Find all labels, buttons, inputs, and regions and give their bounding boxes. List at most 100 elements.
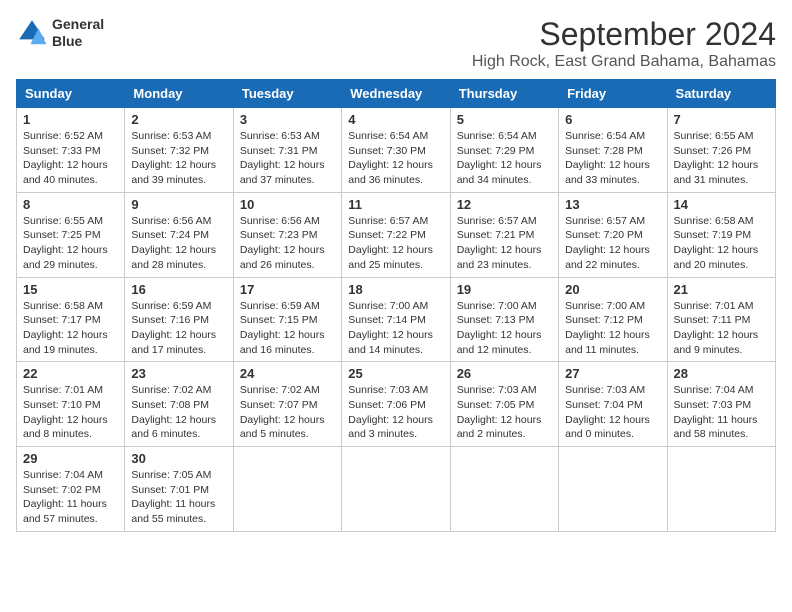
day-number: 12 xyxy=(457,197,552,212)
calendar-day-cell: 24 Sunrise: 7:02 AM Sunset: 7:07 PM Dayl… xyxy=(233,362,341,447)
day-number: 22 xyxy=(23,366,118,381)
day-info: Sunrise: 6:55 AM Sunset: 7:25 PM Dayligh… xyxy=(23,214,118,273)
calendar-day-cell: 19 Sunrise: 7:00 AM Sunset: 7:13 PM Dayl… xyxy=(450,277,558,362)
day-info: Sunrise: 6:54 AM Sunset: 7:28 PM Dayligh… xyxy=(565,129,660,188)
weekday-header-monday: Monday xyxy=(125,80,233,108)
title-block: September 2024 High Rock, East Grand Bah… xyxy=(472,16,776,71)
day-number: 2 xyxy=(131,112,226,127)
day-info: Sunrise: 6:52 AM Sunset: 7:33 PM Dayligh… xyxy=(23,129,118,188)
day-number: 10 xyxy=(240,197,335,212)
day-info: Sunrise: 7:04 AM Sunset: 7:02 PM Dayligh… xyxy=(23,468,118,527)
day-info: Sunrise: 7:00 AM Sunset: 7:14 PM Dayligh… xyxy=(348,299,443,358)
logo: General Blue xyxy=(16,16,104,50)
day-info: Sunrise: 7:01 AM Sunset: 7:10 PM Dayligh… xyxy=(23,383,118,442)
day-number: 28 xyxy=(674,366,769,381)
day-number: 16 xyxy=(131,282,226,297)
calendar-day-cell: 2 Sunrise: 6:53 AM Sunset: 7:32 PM Dayli… xyxy=(125,108,233,193)
calendar-day-cell: 13 Sunrise: 6:57 AM Sunset: 7:20 PM Dayl… xyxy=(559,192,667,277)
calendar-day-cell: 27 Sunrise: 7:03 AM Sunset: 7:04 PM Dayl… xyxy=(559,362,667,447)
calendar-day-cell: 29 Sunrise: 7:04 AM Sunset: 7:02 PM Dayl… xyxy=(17,447,125,532)
calendar-day-cell: 22 Sunrise: 7:01 AM Sunset: 7:10 PM Dayl… xyxy=(17,362,125,447)
day-number: 7 xyxy=(674,112,769,127)
calendar-day-cell: 1 Sunrise: 6:52 AM Sunset: 7:33 PM Dayli… xyxy=(17,108,125,193)
day-info: Sunrise: 7:01 AM Sunset: 7:11 PM Dayligh… xyxy=(674,299,769,358)
day-number: 1 xyxy=(23,112,118,127)
day-number: 14 xyxy=(674,197,769,212)
day-number: 19 xyxy=(457,282,552,297)
day-number: 15 xyxy=(23,282,118,297)
day-number: 17 xyxy=(240,282,335,297)
calendar-day-cell: 11 Sunrise: 6:57 AM Sunset: 7:22 PM Dayl… xyxy=(342,192,450,277)
day-info: Sunrise: 6:59 AM Sunset: 7:15 PM Dayligh… xyxy=(240,299,335,358)
day-info: Sunrise: 6:56 AM Sunset: 7:23 PM Dayligh… xyxy=(240,214,335,273)
day-info: Sunrise: 6:56 AM Sunset: 7:24 PM Dayligh… xyxy=(131,214,226,273)
day-info: Sunrise: 6:54 AM Sunset: 7:29 PM Dayligh… xyxy=(457,129,552,188)
calendar-day-cell: 21 Sunrise: 7:01 AM Sunset: 7:11 PM Dayl… xyxy=(667,277,775,362)
day-number: 13 xyxy=(565,197,660,212)
day-number: 21 xyxy=(674,282,769,297)
day-info: Sunrise: 7:04 AM Sunset: 7:03 PM Dayligh… xyxy=(674,383,769,442)
weekday-header-wednesday: Wednesday xyxy=(342,80,450,108)
weekday-header-thursday: Thursday xyxy=(450,80,558,108)
calendar-day-cell: 30 Sunrise: 7:05 AM Sunset: 7:01 PM Dayl… xyxy=(125,447,233,532)
day-info: Sunrise: 6:53 AM Sunset: 7:32 PM Dayligh… xyxy=(131,129,226,188)
day-number: 5 xyxy=(457,112,552,127)
weekday-header-tuesday: Tuesday xyxy=(233,80,341,108)
calendar-day-cell: 5 Sunrise: 6:54 AM Sunset: 7:29 PM Dayli… xyxy=(450,108,558,193)
calendar-day-cell xyxy=(233,447,341,532)
day-info: Sunrise: 7:03 AM Sunset: 7:04 PM Dayligh… xyxy=(565,383,660,442)
day-info: Sunrise: 7:00 AM Sunset: 7:13 PM Dayligh… xyxy=(457,299,552,358)
day-number: 8 xyxy=(23,197,118,212)
calendar-day-cell: 18 Sunrise: 7:00 AM Sunset: 7:14 PM Dayl… xyxy=(342,277,450,362)
logo-icon xyxy=(16,17,48,49)
day-number: 3 xyxy=(240,112,335,127)
calendar-day-cell: 26 Sunrise: 7:03 AM Sunset: 7:05 PM Dayl… xyxy=(450,362,558,447)
calendar-day-cell: 25 Sunrise: 7:03 AM Sunset: 7:06 PM Dayl… xyxy=(342,362,450,447)
calendar-week-row: 15 Sunrise: 6:58 AM Sunset: 7:17 PM Dayl… xyxy=(17,277,776,362)
location-title: High Rock, East Grand Bahama, Bahamas xyxy=(472,53,776,71)
day-info: Sunrise: 6:57 AM Sunset: 7:22 PM Dayligh… xyxy=(348,214,443,273)
calendar-day-cell: 3 Sunrise: 6:53 AM Sunset: 7:31 PM Dayli… xyxy=(233,108,341,193)
calendar-day-cell: 7 Sunrise: 6:55 AM Sunset: 7:26 PM Dayli… xyxy=(667,108,775,193)
calendar-day-cell xyxy=(342,447,450,532)
day-info: Sunrise: 6:53 AM Sunset: 7:31 PM Dayligh… xyxy=(240,129,335,188)
weekday-header-friday: Friday xyxy=(559,80,667,108)
day-info: Sunrise: 7:05 AM Sunset: 7:01 PM Dayligh… xyxy=(131,468,226,527)
day-info: Sunrise: 6:54 AM Sunset: 7:30 PM Dayligh… xyxy=(348,129,443,188)
calendar-day-cell: 9 Sunrise: 6:56 AM Sunset: 7:24 PM Dayli… xyxy=(125,192,233,277)
day-info: Sunrise: 6:55 AM Sunset: 7:26 PM Dayligh… xyxy=(674,129,769,188)
calendar-day-cell: 10 Sunrise: 6:56 AM Sunset: 7:23 PM Dayl… xyxy=(233,192,341,277)
calendar-day-cell: 28 Sunrise: 7:04 AM Sunset: 7:03 PM Dayl… xyxy=(667,362,775,447)
day-number: 29 xyxy=(23,451,118,466)
day-info: Sunrise: 6:59 AM Sunset: 7:16 PM Dayligh… xyxy=(131,299,226,358)
day-number: 6 xyxy=(565,112,660,127)
calendar-day-cell: 4 Sunrise: 6:54 AM Sunset: 7:30 PM Dayli… xyxy=(342,108,450,193)
calendar-day-cell xyxy=(559,447,667,532)
calendar-week-row: 29 Sunrise: 7:04 AM Sunset: 7:02 PM Dayl… xyxy=(17,447,776,532)
day-number: 9 xyxy=(131,197,226,212)
day-number: 23 xyxy=(131,366,226,381)
day-info: Sunrise: 7:00 AM Sunset: 7:12 PM Dayligh… xyxy=(565,299,660,358)
calendar-day-cell: 23 Sunrise: 7:02 AM Sunset: 7:08 PM Dayl… xyxy=(125,362,233,447)
calendar-week-row: 8 Sunrise: 6:55 AM Sunset: 7:25 PM Dayli… xyxy=(17,192,776,277)
calendar-day-cell: 8 Sunrise: 6:55 AM Sunset: 7:25 PM Dayli… xyxy=(17,192,125,277)
day-number: 4 xyxy=(348,112,443,127)
day-number: 20 xyxy=(565,282,660,297)
weekday-header-saturday: Saturday xyxy=(667,80,775,108)
calendar-day-cell: 6 Sunrise: 6:54 AM Sunset: 7:28 PM Dayli… xyxy=(559,108,667,193)
day-number: 26 xyxy=(457,366,552,381)
day-number: 18 xyxy=(348,282,443,297)
weekday-header-row: SundayMondayTuesdayWednesdayThursdayFrid… xyxy=(17,80,776,108)
day-number: 27 xyxy=(565,366,660,381)
day-info: Sunrise: 6:57 AM Sunset: 7:20 PM Dayligh… xyxy=(565,214,660,273)
day-info: Sunrise: 7:02 AM Sunset: 7:07 PM Dayligh… xyxy=(240,383,335,442)
calendar-day-cell: 17 Sunrise: 6:59 AM Sunset: 7:15 PM Dayl… xyxy=(233,277,341,362)
day-info: Sunrise: 7:03 AM Sunset: 7:06 PM Dayligh… xyxy=(348,383,443,442)
day-number: 25 xyxy=(348,366,443,381)
calendar-day-cell: 14 Sunrise: 6:58 AM Sunset: 7:19 PM Dayl… xyxy=(667,192,775,277)
calendar-table: SundayMondayTuesdayWednesdayThursdayFrid… xyxy=(16,79,776,532)
calendar-week-row: 22 Sunrise: 7:01 AM Sunset: 7:10 PM Dayl… xyxy=(17,362,776,447)
calendar-day-cell: 16 Sunrise: 6:59 AM Sunset: 7:16 PM Dayl… xyxy=(125,277,233,362)
day-info: Sunrise: 6:58 AM Sunset: 7:17 PM Dayligh… xyxy=(23,299,118,358)
day-number: 11 xyxy=(348,197,443,212)
